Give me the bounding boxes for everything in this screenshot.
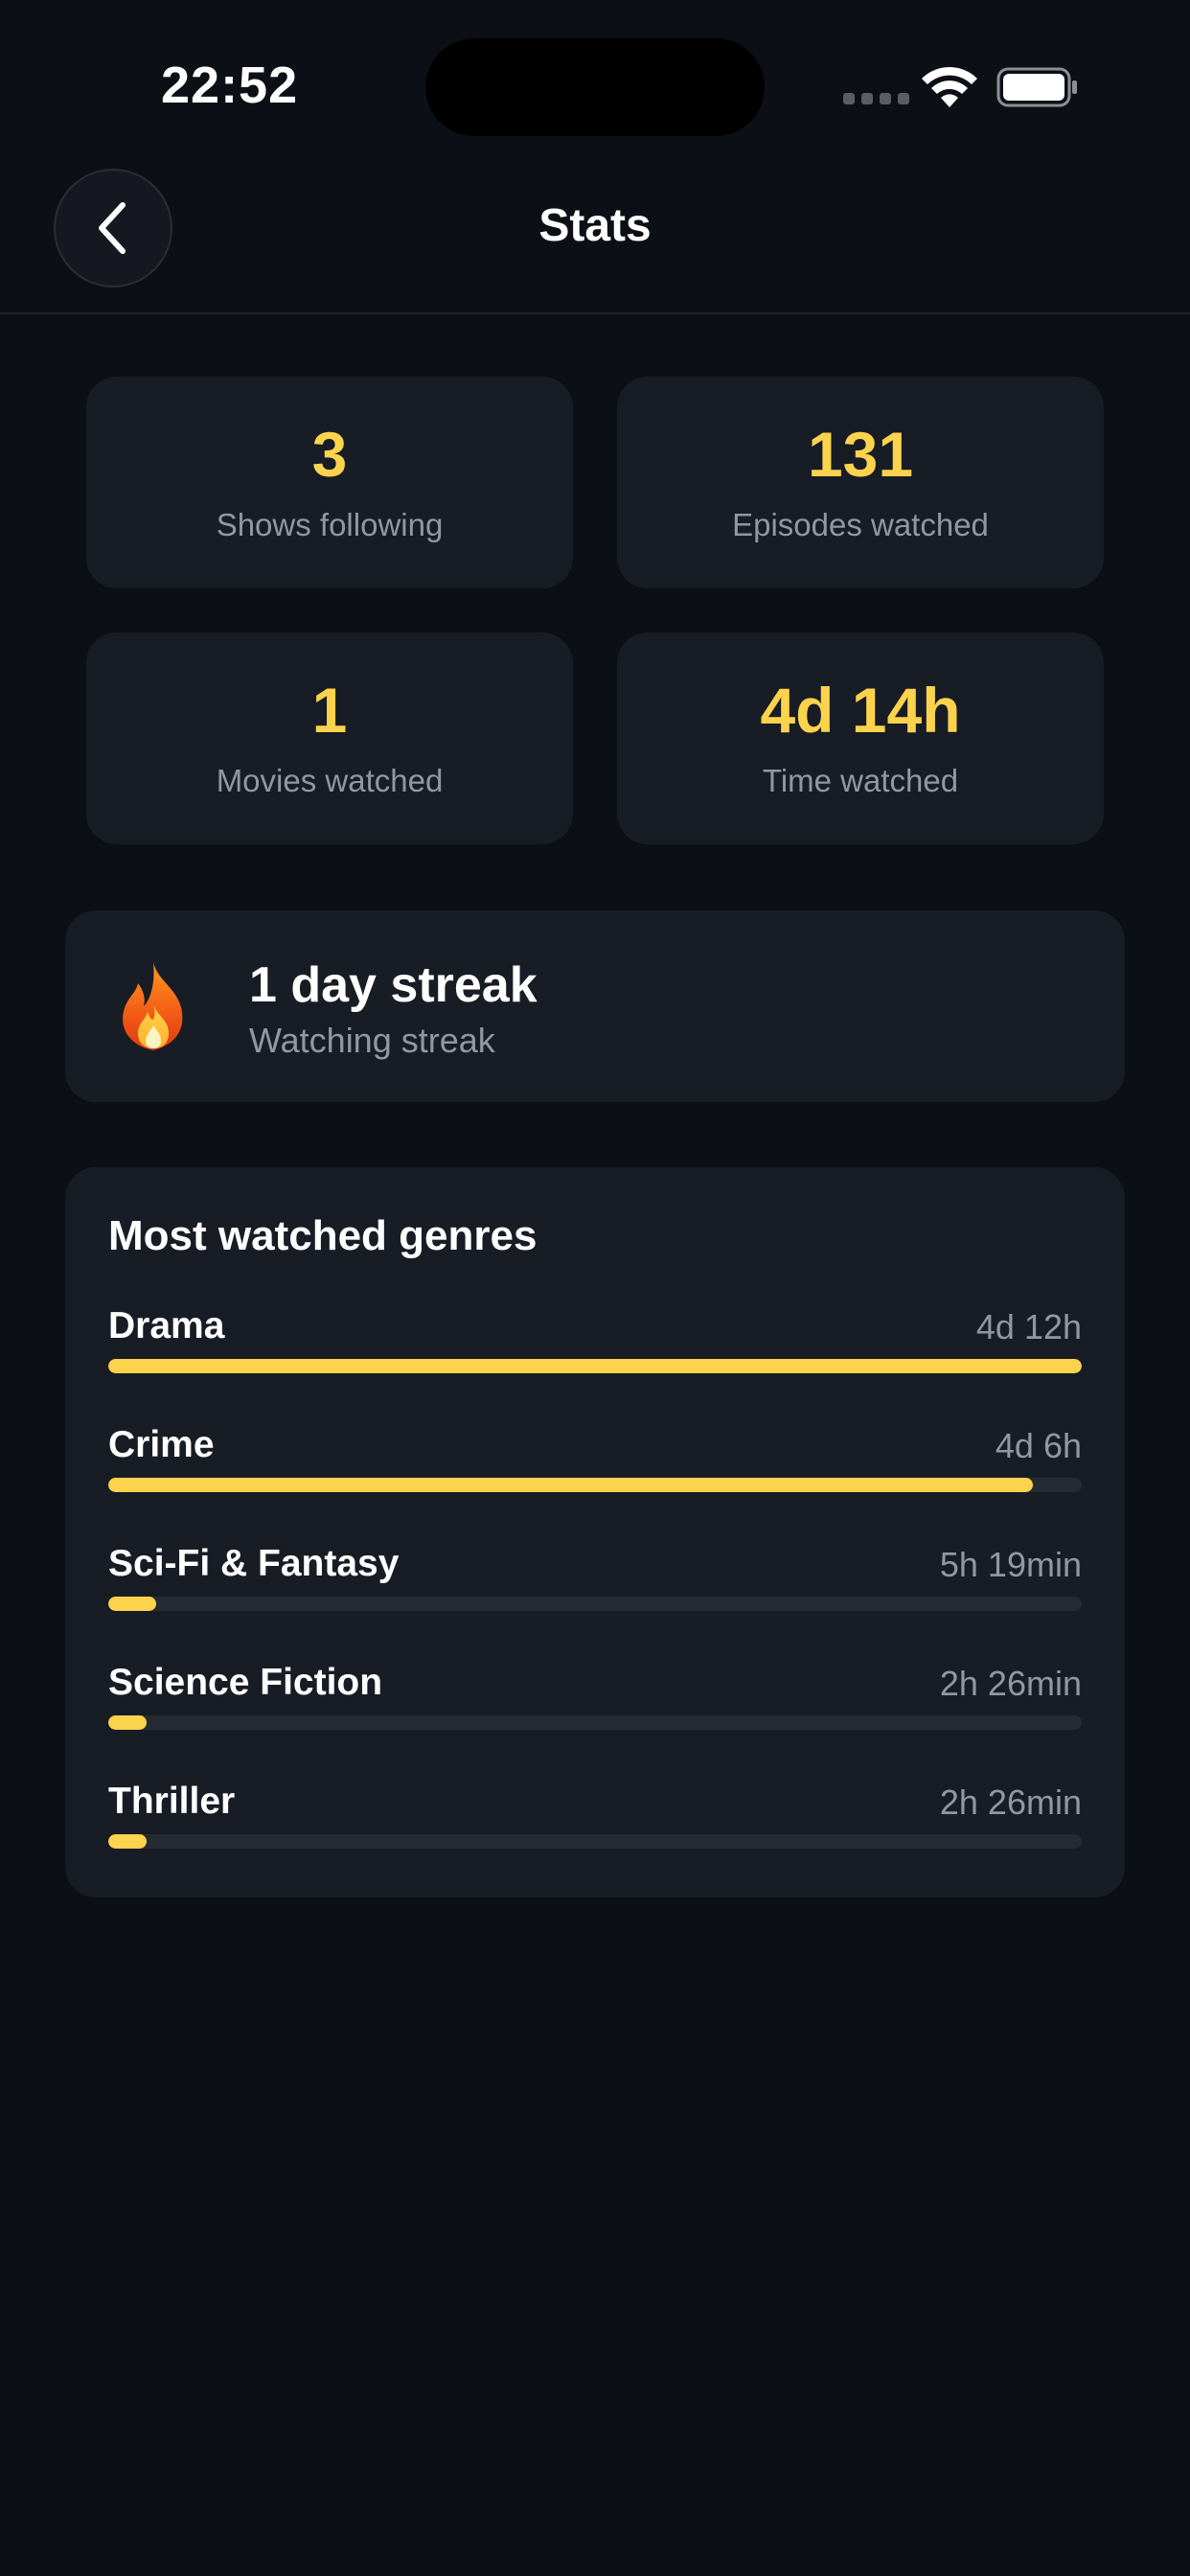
stat-card-time-watched: 4d 14h Time watched	[617, 632, 1104, 844]
genre-progress-track	[108, 1359, 1082, 1373]
genre-name: Drama	[108, 1305, 225, 1346]
genre-list: Drama 4d 12h Crime 4d 6h Sci-Fi & Fantas…	[108, 1305, 1082, 1899]
genre-progress-track	[108, 1478, 1082, 1492]
genre-progress-fill	[108, 1478, 1034, 1492]
genre-time: 2h 26min	[939, 1664, 1082, 1703]
nav-bar: Stats	[0, 163, 1190, 314]
stat-label: Episodes watched	[732, 506, 989, 542]
genre-progress-track	[108, 1597, 1082, 1611]
stat-label: Movies watched	[216, 762, 444, 798]
stat-label: Time watched	[762, 762, 959, 798]
page-title: Stats	[538, 200, 652, 251]
genres-title: Most watched genres	[108, 1212, 538, 1259]
genre-row-sci-fi-fantasy: Sci-Fi & Fantasy 5h 19min	[108, 1543, 1082, 1662]
genres-card: Most watched genres Drama 4d 12h Crime 4…	[65, 1167, 1125, 1898]
status-time: 22:52	[161, 57, 299, 114]
genre-row-crime: Crime 4d 6h	[108, 1424, 1082, 1543]
genre-time: 4d 12h	[975, 1307, 1082, 1346]
stats-screen: 22:52 Stats 3 Shows following 131 Episod…	[0, 0, 1190, 2576]
streak-card: 1 day streak Watching streak	[65, 910, 1125, 1102]
genre-time: 5h 19min	[939, 1545, 1082, 1584]
streak-title: 1 day streak	[249, 957, 538, 1013]
stat-card-episodes-watched: 131 Episodes watched	[617, 377, 1104, 588]
stats-grid: 3 Shows following 131 Episodes watched 1…	[86, 377, 1104, 844]
genre-row-drama: Drama 4d 12h	[108, 1305, 1082, 1424]
genre-time: 2h 26min	[939, 1782, 1082, 1822]
genre-name: Crime	[108, 1424, 215, 1465]
genre-progress-track	[108, 1834, 1082, 1849]
cellular-signal-icon	[843, 93, 909, 104]
genre-name: Science Fiction	[108, 1662, 383, 1703]
genre-progress-fill	[108, 1715, 147, 1730]
stat-value: 131	[807, 418, 914, 490]
fire-icon	[123, 962, 183, 1050]
wifi-icon	[922, 66, 977, 107]
stat-value: 3	[311, 418, 348, 490]
genre-progress-track	[108, 1715, 1082, 1730]
stat-value: 1	[311, 674, 348, 746]
stat-label: Shows following	[216, 506, 444, 542]
genre-name: Thriller	[108, 1781, 236, 1822]
dynamic-island	[425, 38, 765, 136]
genre-row-science-fiction: Science Fiction 2h 26min	[108, 1662, 1082, 1781]
genre-progress-fill	[108, 1359, 1082, 1373]
battery-icon	[996, 67, 1077, 107]
stat-card-movies-watched: 1 Movies watched	[86, 632, 573, 844]
streak-subtitle: Watching streak	[249, 1021, 495, 1060]
genre-row-thriller: Thriller 2h 26min	[108, 1781, 1082, 1899]
stat-value: 4d 14h	[760, 674, 961, 746]
genre-name: Sci-Fi & Fantasy	[108, 1543, 400, 1584]
genre-progress-fill	[108, 1597, 156, 1611]
genre-time: 4d 6h	[995, 1426, 1082, 1465]
stat-card-shows-following: 3 Shows following	[86, 377, 573, 588]
status-bar: 22:52	[0, 0, 1190, 172]
genre-progress-fill	[108, 1834, 147, 1849]
